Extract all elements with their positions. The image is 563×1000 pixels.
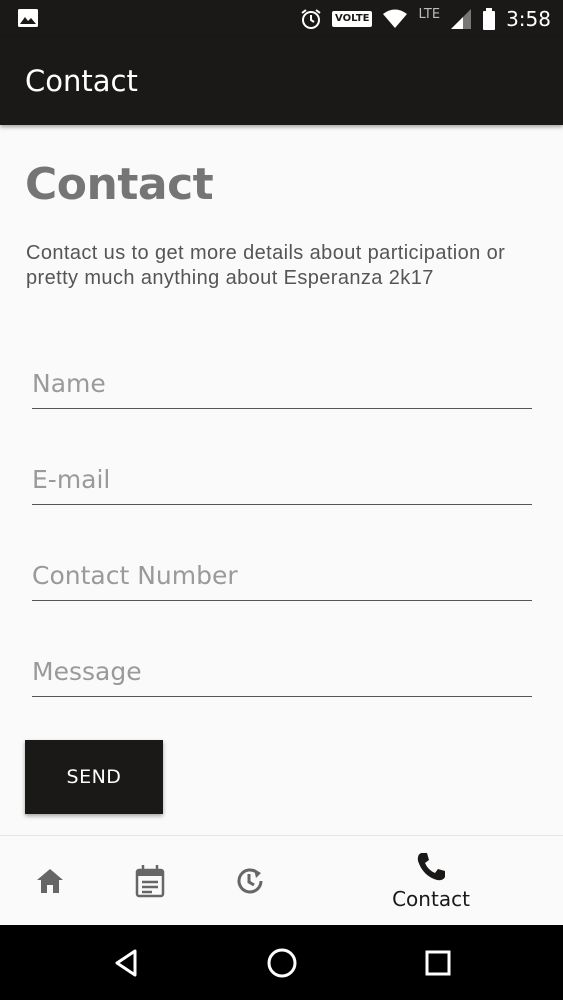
nav-item-home[interactable]	[20, 836, 80, 926]
signal-icon	[451, 9, 472, 29]
send-button[interactable]: SEND	[25, 740, 163, 814]
history-icon	[237, 868, 263, 894]
nav-item-history[interactable]	[220, 836, 280, 926]
alarm-icon	[301, 9, 321, 29]
image-icon	[18, 9, 38, 27]
home-circle-icon[interactable]	[262, 943, 302, 983]
battery-icon	[483, 8, 496, 30]
home-icon	[37, 869, 63, 893]
back-icon[interactable]	[106, 943, 146, 983]
volte-badge: VOLTE	[332, 11, 373, 27]
nav-label-contact: Contact	[392, 887, 470, 911]
clock: 3:58	[506, 7, 551, 31]
network-type: LTE	[418, 6, 441, 22]
app-bar: Contact	[0, 38, 563, 125]
page-title: Contact	[25, 159, 214, 210]
page-description: Contact us to get more details about par…	[26, 242, 506, 289]
app-bar-title: Contact	[25, 64, 138, 98]
bottom-navigation: Contact	[0, 835, 563, 925]
email-input[interactable]	[32, 461, 532, 505]
recents-icon[interactable]	[418, 943, 458, 983]
calendar-icon	[135, 865, 165, 898]
contact-form-section: Contact Contact us to get more details a…	[0, 125, 563, 835]
phone-icon	[417, 853, 445, 881]
name-input[interactable]	[32, 365, 532, 409]
message-input[interactable]	[32, 653, 532, 697]
system-navigation-bar	[0, 925, 563, 1000]
status-icons: VOLTE LTE 3:58	[300, 0, 551, 38]
status-bar: VOLTE LTE 3:58	[0, 0, 563, 38]
contact-number-input[interactable]	[32, 557, 532, 601]
nav-item-events[interactable]	[120, 836, 180, 926]
wifi-icon	[383, 9, 408, 28]
nav-item-contact[interactable]: Contact	[380, 836, 482, 926]
